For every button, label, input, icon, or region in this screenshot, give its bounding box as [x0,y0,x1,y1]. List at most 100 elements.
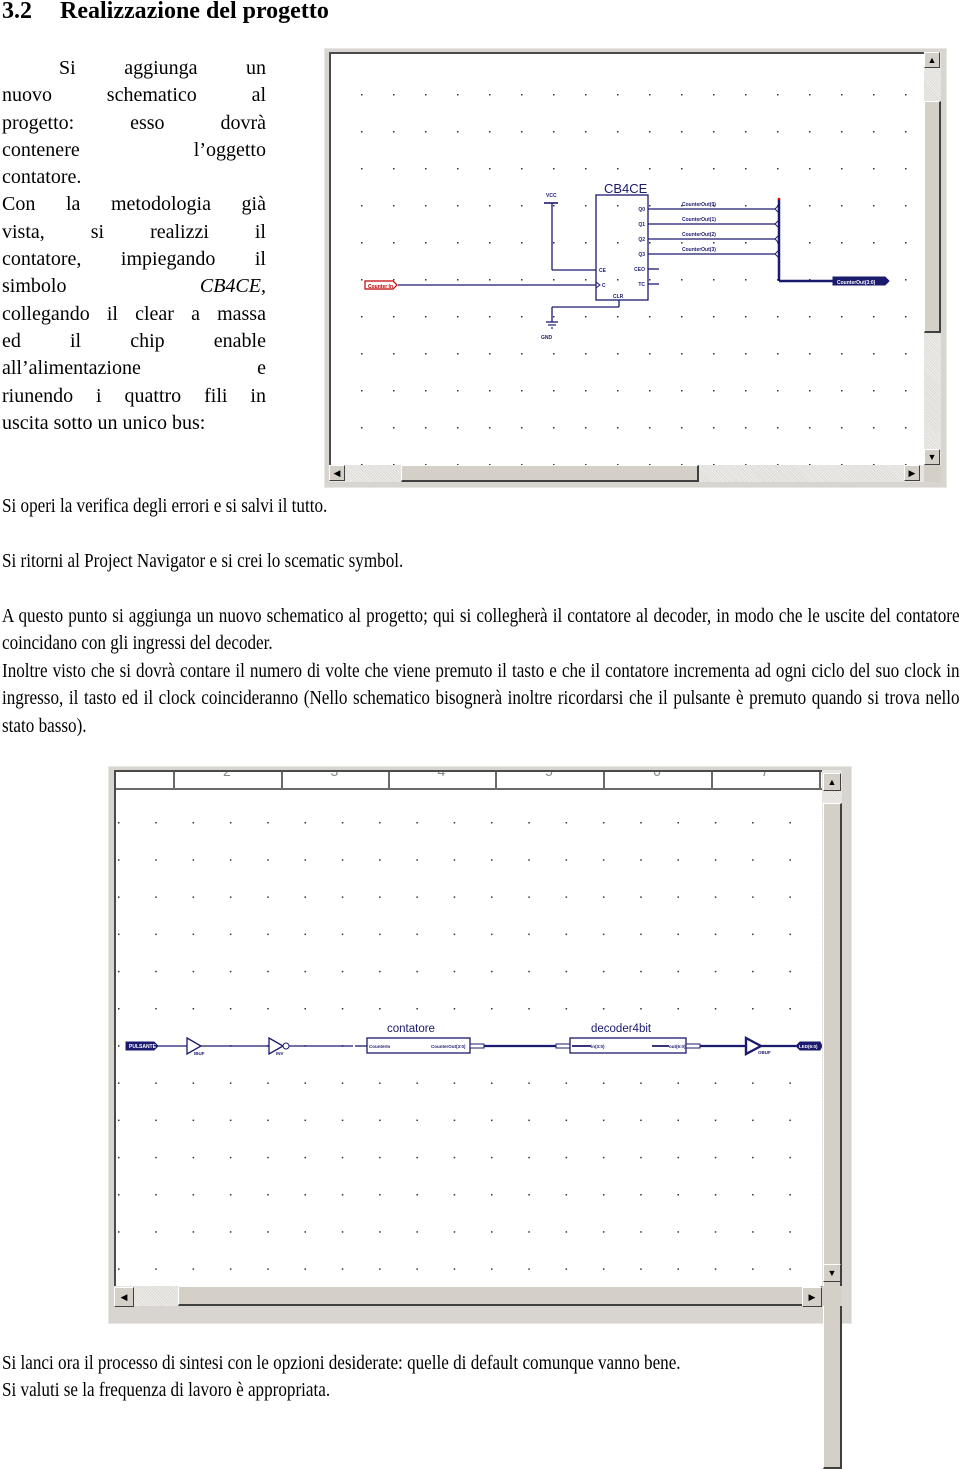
scroll-right-button-2[interactable]: ▶ [802,1287,822,1307]
grid-dot [713,427,715,429]
schematic-canvas[interactable]: CB4CE VCC Counter In GND Q0 Q1 Q2 Q3 CEO TC CE C CLR… [329,52,926,467]
bus-stub [555,1043,571,1049]
grid-dot [617,316,619,318]
arrow-down-icon: ▼ [827,1267,837,1278]
grid-dot [528,933,530,936]
grid-dot [192,1119,195,1122]
grid-dot [617,353,619,355]
grid-dot [905,242,907,244]
grid-dot [745,427,747,429]
grid-dot [379,1231,381,1233]
grid-dot [192,1008,195,1010]
grid-dot [457,242,459,244]
grid-dot [565,1156,568,1159]
scroll-right-button[interactable]: ▶ [904,465,920,481]
grid-dot [416,1194,418,1196]
grid-dot [118,896,120,898]
grid-dot [192,970,195,973]
intro-line: riunendo i quattro fili in [2,383,266,410]
bus-end-dot [777,197,781,201]
grid-dot [489,427,491,429]
horizontal-scroll-thumb-2[interactable] [178,1286,822,1306]
arrow-left-icon: ◀ [120,1291,128,1302]
intro-word: metodologia [110,193,211,216]
grid-dot [118,1008,120,1010]
grid-dot [267,1082,269,1084]
grid-dot [565,1008,568,1010]
intro-word: esso [130,111,165,134]
grid-dot [379,1268,381,1270]
grid-dot [393,353,395,355]
scroll-up-button-2[interactable]: ▲ [823,773,841,791]
vertical-scroll-thumb-2[interactable] [823,803,842,1469]
grid-dot [873,242,875,244]
grid-dot [416,1119,418,1122]
grid-dot [341,1156,344,1159]
grid-dot [489,205,491,207]
pin-label: TC [638,282,645,288]
grid-dot [677,1082,679,1084]
grid-dot [267,859,269,861]
grid-dot [416,1231,418,1233]
scroll-down-button-2[interactable]: ▼ [823,1264,841,1282]
intro-word: clear [135,302,174,325]
bus-stub [469,1043,485,1049]
grid-dot [677,1119,679,1122]
grid-dot [553,94,555,96]
intro-word: riunendo [2,384,74,407]
net-label: CounterOut(2) [682,232,716,238]
grid-dot [229,933,232,936]
vertical-scroll-thumb[interactable] [924,101,941,333]
intro-word: CB4CE, [199,275,266,298]
grid-dot [491,1194,493,1196]
grid-dot [602,1008,605,1010]
grid-dot [565,1082,568,1084]
paragraph-connect-text: A questo punto si aggiunga un nuovo sche… [2,605,960,655]
grid-dot [528,970,530,973]
intro-line: uscita sotto un unico bus: [2,410,266,437]
grid-dot [905,205,907,207]
intro-word: il [254,248,266,271]
grid-dot [521,168,523,170]
scroll-left-button[interactable]: ◀ [329,465,345,481]
intro-word: a [191,302,200,325]
grid-dot [425,168,427,170]
grid-dot [118,1082,120,1084]
grid-dot [565,859,568,861]
scroll-up-button[interactable]: ▲ [924,52,940,68]
grid-dot [457,131,459,133]
schematic-canvas-top[interactable]: 234567 PULSANTE IBUF INV contatore CounterIn… [114,770,824,1288]
grid-dot [752,896,754,898]
paragraph-frequency: Si valuti se la frequenza di lavoro è ap… [2,1377,386,1404]
grid-dot [873,353,875,355]
grid-dot [118,1045,120,1047]
grid-dot [602,1119,605,1122]
grid-dot [649,168,651,170]
pin-label-clr: CLR [613,294,624,300]
grid-dot [453,1008,456,1010]
horizontal-scroll-thumb[interactable] [401,465,699,482]
grid-dot [491,1119,493,1122]
grid-dot [714,1119,717,1122]
grid-dot [457,390,459,392]
grid-dot [677,1231,679,1233]
grid-dot [789,1082,791,1084]
grid-dot [752,1082,754,1084]
scroll-down-button[interactable]: ▼ [924,449,940,465]
intro-word: contatore, [2,248,82,271]
grid-dot [585,390,587,392]
intro-line: vista, si realizzi il [2,219,266,246]
grid-dot [361,279,363,281]
grid-dot [416,859,418,861]
grid-dot [873,94,875,96]
paragraph-symbol: Si ritorni al Project Navigator e si cre… [2,548,471,575]
top-schematic-drawing: PULSANTE IBUF INV contatore CounterIn Counter… [118,822,823,1270]
grid-dot [341,896,344,898]
pin-label: Q3 [638,252,645,258]
grid-dot [453,1268,456,1270]
grid-dot [341,822,344,824]
intro-line: ed il chip enable [2,328,266,355]
grid-dot [602,822,605,824]
scroll-left-button-2[interactable]: ◀ [114,1287,134,1307]
grid-dot [304,896,306,898]
